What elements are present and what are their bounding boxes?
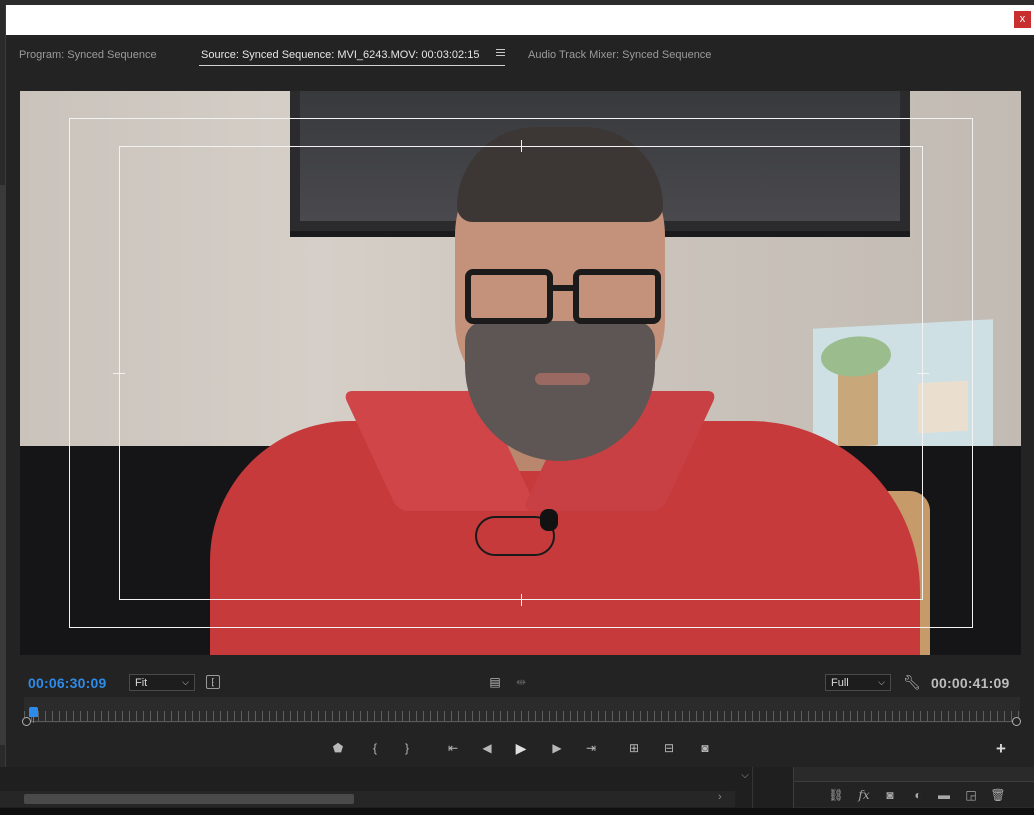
panel-tabs: Program: Synced Sequence Source: Synced … — [6, 35, 1034, 67]
safe-tick-left — [113, 373, 125, 374]
safe-tick-top — [521, 140, 522, 152]
insert-button[interactable]: ⊞ — [624, 739, 644, 757]
horizontal-scrollbar[interactable]: › — [0, 791, 735, 807]
drag-video-only-icon[interactable]: ▤ — [488, 675, 502, 689]
chevron-down-icon[interactable]: ⌵ — [737, 770, 753, 786]
premiere-source-monitor: x Program: Synced Sequence Source: Synce… — [0, 0, 1034, 815]
window-titlebar[interactable]: x — [6, 5, 1034, 35]
video-frame[interactable] — [20, 91, 1021, 655]
go-to-out-icon: ⇥ — [585, 741, 597, 755]
zoom-scroll-line — [24, 721, 1020, 722]
new-item-icon[interactable]: ◲ — [963, 787, 979, 803]
playback-resolution-select[interactable]: Full ⌵ — [825, 674, 891, 691]
playhead-line — [32, 715, 34, 723]
go-to-out-button[interactable]: ⇥ — [581, 739, 601, 757]
drag-audio-only-icon[interactable]: ⇹ — [514, 675, 528, 689]
time-ruler[interactable] — [22, 697, 1021, 727]
chevron-down-icon: ⌵ — [878, 677, 885, 687]
chevron-down-icon: ⌵ — [182, 677, 189, 687]
scroll-right-icon[interactable]: › — [718, 791, 722, 803]
duration-timecode: 00:00:41:09 — [931, 675, 1010, 691]
overwrite-icon: ⊟ — [663, 741, 675, 755]
project-toolbar: ⛓︎ fx ◙ ◐ ▬ ◲ 🗑︎ — [794, 781, 1034, 807]
fx-icon[interactable]: fx — [856, 787, 872, 803]
color-icon[interactable]: ◐ — [910, 787, 926, 803]
mark-out-button[interactable]: } — [397, 739, 417, 757]
wrench-icon[interactable]: 🔧︎ — [903, 675, 921, 689]
folder-icon[interactable]: ▬ — [936, 787, 952, 803]
step-forward-button[interactable]: ▶ — [547, 739, 567, 757]
overwrite-button[interactable]: ⊟ — [659, 739, 679, 757]
go-to-in-icon: ⇤ — [447, 741, 459, 755]
mark-out-icon: } — [404, 741, 409, 755]
step-back-icon: ◀ — [482, 741, 492, 755]
drag-video-icon[interactable]: ⁅ — [206, 675, 220, 689]
button-editor-plus[interactable]: + — [996, 739, 1006, 759]
zoom-handle-right[interactable] — [1012, 717, 1021, 726]
trash-icon[interactable]: 🗑︎ — [990, 787, 1006, 803]
step-forward-icon: ▶ — [552, 741, 562, 755]
mark-in-button[interactable]: { — [365, 739, 385, 757]
title-safe-margin — [119, 146, 923, 600]
go-to-in-button[interactable]: ⇤ — [443, 739, 463, 757]
camera-icon: ◙ — [701, 741, 709, 755]
monitor-controls-row: 00:06:30:09 Fit ⌵ ⁅ ▤ ⇹ Full ⌵ 🔧︎ 00:00:… — [6, 671, 1034, 695]
mask-icon[interactable]: ◙ — [882, 787, 898, 803]
zoom-level-select[interactable]: Fit ⌵ — [129, 674, 195, 691]
panel-menu-icon[interactable] — [496, 49, 505, 58]
step-back-button[interactable]: ◀ — [477, 739, 497, 757]
safe-tick-right — [917, 373, 929, 374]
safe-tick-bottom — [521, 594, 522, 606]
insert-icon: ⊞ — [628, 741, 640, 755]
marker-icon: ⬟ — [332, 741, 344, 755]
add-marker-button[interactable]: ⬟ — [328, 739, 348, 757]
tab-program-monitor[interactable]: Program: Synced Sequence — [19, 49, 157, 61]
play-button[interactable]: ▶ — [511, 739, 531, 757]
play-icon: ▶ — [515, 740, 527, 756]
zoom-level-value: Fit — [135, 677, 148, 689]
link-icon[interactable]: ⛓︎ — [828, 787, 844, 803]
transport-controls: ⬟ { } ⇤ ◀ ▶ ▶ ⇥ ⊞ ⊟ ◙ + — [6, 737, 1034, 761]
mark-in-icon: { — [372, 741, 377, 755]
scrollbar-thumb[interactable] — [24, 794, 354, 804]
resolution-value: Full — [831, 677, 849, 689]
tab-audio-track-mixer[interactable]: Audio Track Mixer: Synced Sequence — [528, 49, 711, 61]
close-button[interactable]: x — [1014, 11, 1031, 28]
active-tab-underline — [199, 65, 505, 66]
time-ruler-ticks — [24, 711, 1020, 721]
zoom-handle-left[interactable] — [22, 717, 31, 726]
floating-panel-window: x Program: Synced Sequence Source: Synce… — [5, 5, 1034, 767]
screen-bottom-edge — [0, 808, 1034, 815]
export-frame-button[interactable]: ◙ — [695, 739, 715, 757]
current-timecode[interactable]: 00:06:30:09 — [28, 675, 106, 691]
tab-source-monitor[interactable]: Source: Synced Sequence: MVI_6243.MOV: 0… — [201, 49, 479, 61]
